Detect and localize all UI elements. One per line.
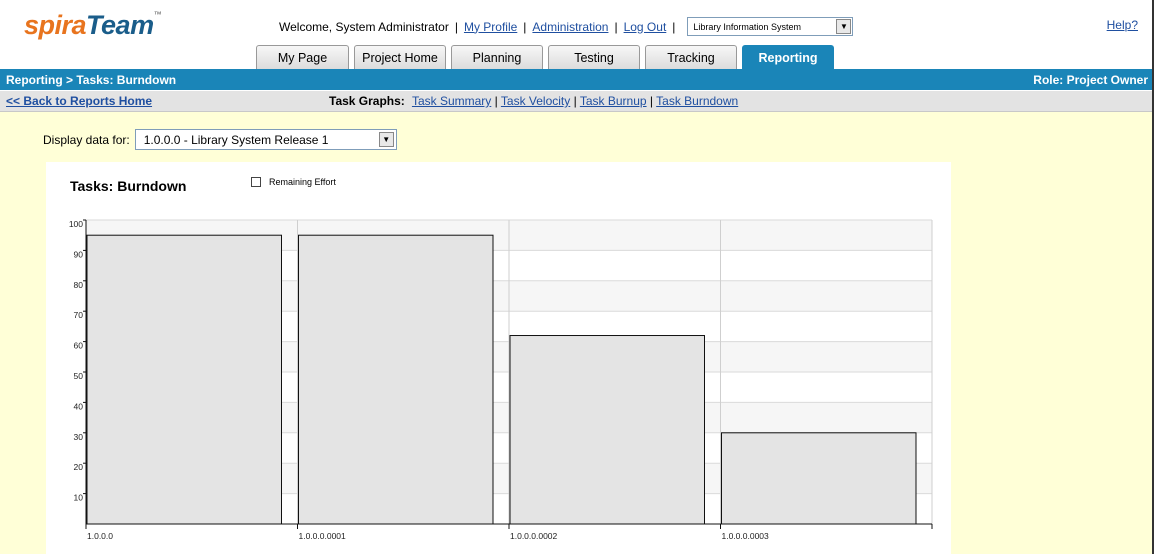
y-tick-label: 10 — [74, 493, 84, 503]
tab-testing[interactable]: Testing — [548, 45, 640, 69]
log-out-link[interactable]: Log Out — [624, 20, 667, 34]
tab-my-page[interactable]: My Page — [256, 45, 349, 69]
administration-link[interactable]: Administration — [532, 20, 608, 34]
x-tick-label: 1.0.0.0 — [87, 531, 113, 541]
task-graphs-nav: Task Graphs: Task Summary | Task Velocit… — [329, 94, 739, 108]
y-tick-label: 30 — [74, 432, 84, 442]
task-burnup-link[interactable]: Task Burnup — [580, 94, 647, 108]
burndown-chart: 10 20 30 40 50 60 70 80 90 100 1.0.0.0 1.0.0.0.0001… — [69, 219, 933, 541]
display-data-label: Display data for: — [43, 132, 130, 147]
release-filter: Display data for: 1.0.0.0 - Library Syst… — [43, 129, 397, 150]
report-content: Display data for: 1.0.0.0 - Library Syst… — [0, 112, 1152, 554]
bar — [509, 335, 705, 525]
release-select[interactable]: 1.0.0.0 - Library System Release 1 ▼ — [134, 129, 397, 150]
y-tick-label: 20 — [74, 462, 84, 472]
user-toolbar: Welcome, System Administrator | My Profi… — [279, 17, 854, 36]
y-tick-label: 80 — [74, 280, 84, 290]
project-select[interactable]: Library Information System ▼ — [687, 17, 854, 36]
chevron-down-icon[interactable]: ▼ — [836, 19, 852, 34]
chevron-down-icon[interactable]: ▼ — [378, 132, 394, 147]
y-tick-label: 60 — [74, 341, 84, 351]
tab-planning[interactable]: Planning — [451, 45, 543, 69]
x-tick-label: 1.0.0.0.0003 — [722, 531, 770, 541]
report-subnav: << Back to Reports Home Task Graphs: Tas… — [0, 91, 1152, 112]
spirateam-logo[interactable]: spiraTeam™ — [24, 10, 162, 41]
x-tick-label: 1.0.0.0.0001 — [299, 531, 347, 541]
tab-project-home[interactable]: Project Home — [354, 45, 446, 69]
app-window: spiraTeam™ Welcome, System Administrator… — [0, 0, 1154, 554]
y-tick-label: 90 — [74, 249, 84, 259]
help-link[interactable]: Help? — [1107, 18, 1138, 32]
bar — [721, 432, 917, 525]
chart-panel: Tasks: Burndown Remaining Effort 10 20 30 4… — [46, 162, 951, 554]
task-summary-link[interactable]: Task Summary — [412, 94, 491, 108]
bar — [298, 234, 494, 525]
role-label: Role: Project Owner — [1033, 72, 1148, 87]
tab-reporting[interactable]: Reporting — [742, 45, 834, 69]
x-tick-label: 1.0.0.0.0002 — [510, 531, 558, 541]
bar — [86, 234, 282, 525]
task-velocity-link[interactable]: Task Velocity — [501, 94, 570, 108]
breadcrumb: Reporting > Tasks: Burndown — [6, 72, 177, 87]
main-tabs: My Page Project Home Planning Testing Tr… — [256, 45, 839, 69]
my-profile-link[interactable]: My Profile — [464, 20, 517, 34]
tab-tracking[interactable]: Tracking — [645, 45, 737, 69]
back-to-reports-link[interactable]: << Back to Reports Home — [6, 94, 152, 108]
y-tick-label: 50 — [74, 371, 84, 381]
breadcrumb-bar: Reporting > Tasks: Burndown Role: Projec… — [0, 69, 1152, 90]
y-tick-label: 40 — [74, 401, 84, 411]
welcome-text: Welcome, System Administrator — [279, 19, 449, 34]
y-tick-label: 70 — [74, 310, 84, 320]
task-burndown-link[interactable]: Task Burndown — [656, 94, 738, 108]
y-tick-label: 100 — [69, 219, 83, 229]
